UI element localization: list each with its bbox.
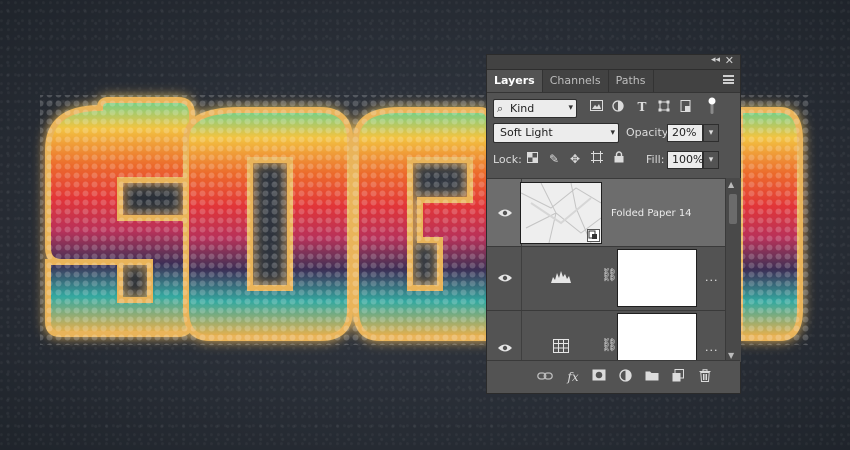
tab-channels[interactable]: Channels — [543, 70, 609, 92]
layer-list: Folded Paper 14 ⛓ ... ⛓ ... — [487, 178, 725, 363]
fx-icon[interactable]: fx — [565, 369, 581, 385]
layer-list-scrollbar[interactable]: ▲ ▼ — [725, 178, 741, 362]
tab-layers[interactable]: Layers — [487, 70, 543, 92]
panel-footer: fx — [487, 360, 740, 393]
color-lookup-icon — [553, 339, 569, 353]
delete-layer-icon[interactable] — [697, 369, 713, 385]
filter-row: ⌕ Kind ▾ T — [487, 93, 740, 120]
smart-object-filter-icon[interactable] — [679, 100, 693, 114]
lock-transparent-pixels-icon[interactable] — [525, 151, 539, 167]
smart-object-badge-icon — [587, 229, 600, 242]
scroll-up-icon[interactable]: ▲ — [728, 180, 734, 189]
lock-label: Lock: — [493, 153, 522, 166]
layer-mask-thumbnail[interactable] — [617, 313, 697, 363]
add-mask-icon[interactable] — [591, 369, 607, 385]
levels-icon — [551, 271, 571, 283]
filter-toggle-icon[interactable] — [705, 97, 719, 114]
layer-mask-thumbnail[interactable] — [617, 249, 697, 307]
layer-more-icon[interactable]: ... — [705, 341, 719, 354]
scrollbar-thumb[interactable] — [729, 194, 737, 224]
lock-artboard-icon[interactable] — [590, 151, 604, 167]
layer-folded-paper[interactable]: Folded Paper 14 — [487, 179, 725, 247]
search-icon: ⌕ — [497, 102, 504, 115]
filter-kind-label: Kind — [510, 102, 535, 115]
opacity-dropdown-button[interactable]: ▾ — [703, 124, 719, 142]
layer-levels-adjustment[interactable]: ⛓ ... — [487, 247, 725, 311]
panel-titlebar[interactable]: ◂◂ ✕ — [487, 54, 740, 70]
scroll-down-icon[interactable]: ▼ — [728, 351, 734, 360]
layer-more-icon[interactable]: ... — [705, 271, 719, 284]
lock-image-pixels-icon[interactable]: ✎ — [547, 151, 561, 167]
lock-position-icon[interactable]: ✥ — [568, 151, 582, 167]
link-layers-icon[interactable] — [537, 369, 553, 385]
panel-menu-icon[interactable] — [723, 75, 734, 84]
eye-icon[interactable] — [497, 273, 513, 283]
layer-name[interactable]: Folded Paper 14 — [611, 208, 692, 219]
chevron-down-icon: ▾ — [568, 103, 573, 113]
close-icon[interactable]: ✕ — [725, 54, 734, 67]
new-adjustment-layer-icon[interactable] — [617, 369, 633, 385]
filter-kind-select[interactable]: ⌕ Kind ▾ — [493, 99, 577, 118]
new-layer-icon[interactable] — [670, 369, 686, 385]
shape-filter-icon[interactable] — [657, 100, 671, 114]
type-filter-icon[interactable]: T — [635, 100, 649, 114]
eye-icon[interactable] — [497, 208, 513, 218]
layer-thumbnail — [520, 182, 602, 244]
eye-icon[interactable] — [497, 343, 513, 353]
blend-mode-value: Soft Light — [500, 126, 553, 139]
panel-tabs: Layers Channels Paths — [487, 70, 740, 93]
tab-paths[interactable]: Paths — [609, 70, 654, 92]
link-icon[interactable]: ⛓ — [601, 268, 618, 283]
link-icon[interactable]: ⛓ — [601, 338, 618, 353]
new-group-folder-icon[interactable] — [644, 369, 660, 385]
fill-dropdown-button[interactable]: ▾ — [703, 151, 719, 169]
lock-row: Lock: ✎ ✥ Fill: 100% ▾ — [487, 147, 740, 174]
pixel-layer-filter-icon[interactable] — [589, 100, 603, 114]
opacity-input[interactable]: 20% — [667, 124, 703, 142]
opacity-label: Opacity: — [626, 126, 672, 139]
lock-all-icon[interactable] — [612, 151, 626, 167]
layers-panel: ◂◂ ✕ Layers Channels Paths ⌕ Kind ▾ T So… — [486, 54, 741, 394]
fill-label: Fill: — [646, 153, 665, 166]
visibility-column — [487, 311, 522, 363]
blend-mode-select[interactable]: Soft Light ▾ — [493, 123, 619, 143]
layer-table-adjustment[interactable]: ⛓ ... — [487, 311, 725, 363]
adjustment-filter-icon[interactable] — [611, 100, 625, 114]
chevron-down-icon: ▾ — [610, 128, 615, 138]
blend-row: Soft Light ▾ Opacity: 20% ▾ — [487, 120, 740, 147]
fill-input[interactable]: 100% — [667, 151, 703, 169]
collapse-icon[interactable]: ◂◂ — [711, 55, 720, 65]
